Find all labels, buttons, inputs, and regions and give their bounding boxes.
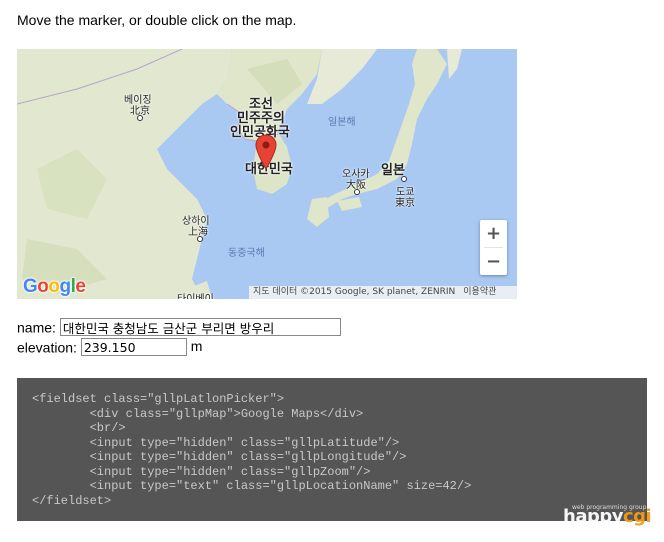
city-dot-icon — [401, 176, 407, 182]
name-label: name: — [17, 319, 56, 336]
code-line: <div class="gllpMap">Google Maps</div> — [32, 406, 364, 421]
elevation-row: elevation: m — [17, 336, 203, 357]
google-map[interactable]: 베이징 北京 조선 민주주의 인민공화국 일본해 대한민국 오사카 大阪 일본 … — [17, 49, 517, 299]
elevation-label: elevation: — [17, 339, 77, 356]
map-pin-icon[interactable] — [255, 134, 277, 170]
elevation-input[interactable] — [80, 338, 187, 357]
zoom-out-button[interactable]: − — [480, 248, 507, 275]
city-dot-icon — [197, 236, 203, 242]
watermark-brand-b: cgi — [622, 506, 652, 527]
elevation-unit: m — [190, 338, 203, 354]
code-sample: <fieldset class="gllpLatlonPicker"> <div… — [32, 392, 471, 508]
code-line: <input type="hidden" class="gllpLongitud… — [32, 450, 407, 464]
code-line: <input type="hidden" class="gllpLatitude… — [32, 435, 400, 450]
map-attribution-bar: 지도 데이터 ©2015 Google, SK planet, ZENRIN 이용… — [249, 286, 517, 299]
code-sample-block: <fieldset class="gllpLatlonPicker"> <div… — [17, 378, 647, 521]
watermark-brand-a: happy — [563, 506, 623, 527]
label-japan: 일본 — [381, 163, 405, 178]
name-row: name: — [17, 316, 341, 337]
code-line: <br/> — [32, 421, 126, 435]
city-dot-icon — [354, 189, 360, 195]
label-tokyo-zh: 東京 — [395, 198, 415, 209]
instruction-text: Move the marker, or double click on the … — [17, 12, 297, 28]
watermark-logo: happycgi — [563, 506, 652, 527]
map-attribution-text: 지도 데이터 ©2015 Google, SK planet, ZENRIN — [253, 287, 456, 297]
label-taipei: 타이베이 — [177, 290, 214, 299]
zoom-control: + − — [480, 220, 507, 275]
google-logo[interactable]: Google — [23, 276, 86, 298]
code-line: <input type="text" class="gllpLocationNa… — [32, 479, 472, 493]
location-name-input[interactable] — [59, 318, 341, 337]
code-line: </fieldset> — [32, 493, 112, 508]
code-line: <input type="hidden" class="gllpZoom"/> — [32, 464, 371, 479]
code-line: <fieldset class="gllpLatlonPicker"> — [32, 392, 285, 406]
label-east-china-sea: 동중국해 — [228, 248, 265, 259]
terms-link[interactable]: 이용약관 — [459, 286, 500, 299]
zoom-in-button[interactable]: + — [480, 220, 507, 247]
label-sea-of-japan: 일본해 — [328, 117, 356, 128]
city-dot-icon — [137, 115, 143, 121]
